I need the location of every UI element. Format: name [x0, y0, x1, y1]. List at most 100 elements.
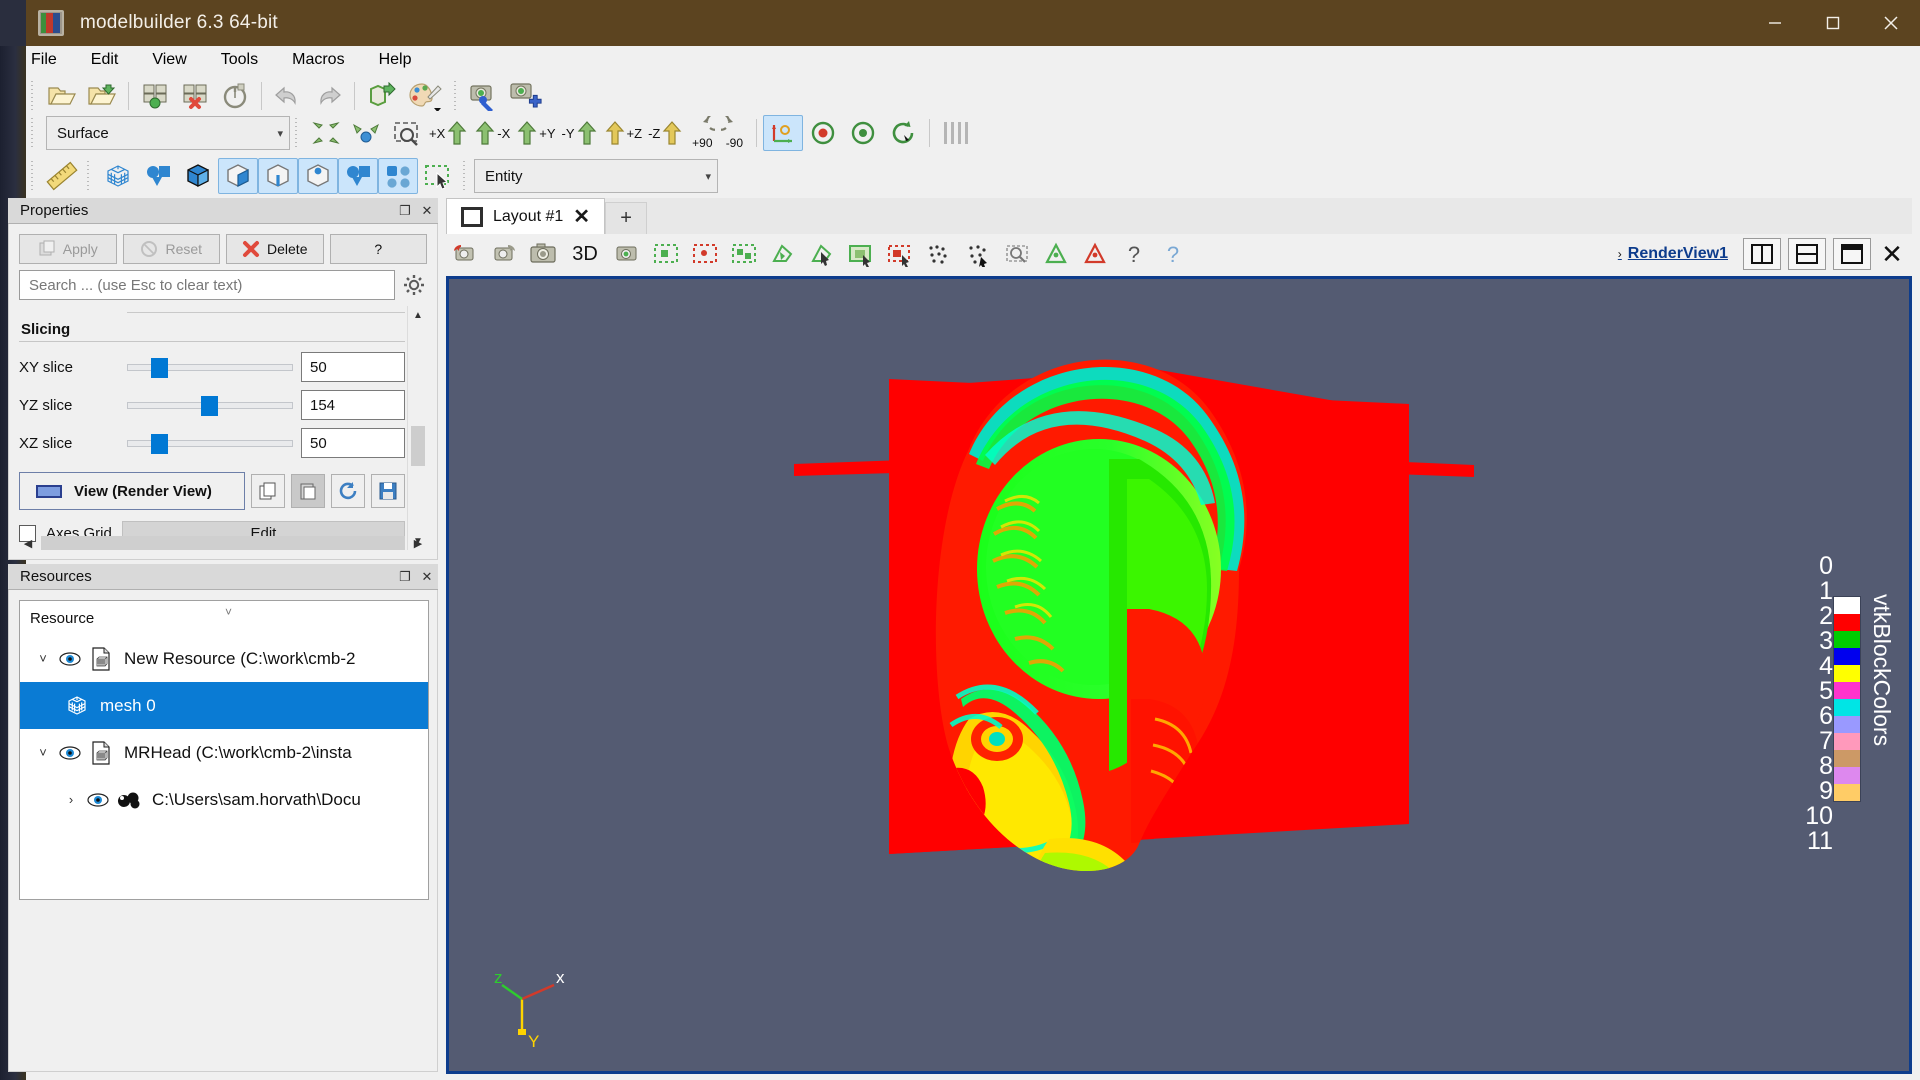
xy-slice-knob[interactable]	[151, 358, 168, 378]
xz-slice-value[interactable]: 50	[301, 428, 405, 458]
yz-slice-value[interactable]: 154	[301, 390, 405, 420]
capture-screenshot-button[interactable]	[524, 237, 562, 271]
resource-column-header[interactable]: Resource ˅	[20, 601, 428, 635]
hover-points-red-button[interactable]	[1076, 237, 1114, 271]
table-row[interactable]: › C:\Users\sam.horvath\Docu	[20, 776, 428, 823]
menu-tools[interactable]: Tools	[204, 49, 275, 71]
visibility-eye-icon-2[interactable]	[56, 746, 84, 760]
visibility-eye-icon-3[interactable]	[84, 793, 112, 807]
hscroll-right-arrow[interactable]: ▶	[409, 534, 427, 552]
view-plus-z-button[interactable]: +Z	[601, 115, 646, 151]
close-view-button[interactable]: ✕	[1872, 238, 1912, 270]
select-groups-button[interactable]	[378, 158, 418, 194]
undo-camera-button[interactable]	[446, 237, 484, 271]
maximize-button[interactable]	[1804, 0, 1862, 46]
show-center-axes-button[interactable]	[763, 115, 803, 151]
select-block-frustum-button[interactable]	[881, 237, 919, 271]
toolbar-grip-2[interactable]	[452, 81, 462, 111]
interactive-select-cells-button[interactable]	[920, 237, 958, 271]
restore-defaults-button[interactable]	[331, 474, 365, 508]
visibility-eye-icon[interactable]	[56, 652, 84, 666]
xz-slice-knob[interactable]	[151, 434, 168, 454]
view-minus-y-button[interactable]: -Y	[559, 115, 601, 151]
split-vertical-button[interactable]	[1788, 238, 1826, 270]
select-block-button[interactable]	[842, 237, 880, 271]
tab-layout-1[interactable]: Layout #1 ✕	[446, 198, 605, 234]
rotate-center-button[interactable]	[883, 115, 923, 151]
table-row[interactable]: mesh 0	[20, 682, 428, 729]
representation-selector[interactable]: Surface ▾	[46, 116, 290, 150]
select-blocks-button[interactable]	[178, 158, 218, 194]
select-cells-button[interactable]	[98, 158, 138, 194]
save-screenshot-button[interactable]	[465, 78, 505, 114]
select-points-polygon-button[interactable]	[803, 237, 841, 271]
export-scene-button[interactable]	[361, 78, 401, 114]
save-as-defaults-button[interactable]	[371, 474, 405, 508]
help-select-button[interactable]: ?	[1115, 237, 1153, 271]
properties-horizontal-scrollbar[interactable]: ◀ ▶	[19, 533, 427, 553]
rotate-plus-90-button[interactable]: +90	[686, 115, 718, 151]
render-view-title[interactable]: › RenderView1	[1618, 245, 1728, 263]
select-vertices-button[interactable]	[298, 158, 338, 194]
expand-twisty-icon[interactable]: ˅	[30, 651, 56, 666]
hscroll-left-arrow[interactable]: ◀	[19, 534, 37, 552]
scroll-up-arrow[interactable]: ▲	[408, 306, 428, 324]
reset-center-button[interactable]	[843, 115, 883, 151]
menu-edit[interactable]: Edit	[74, 49, 136, 71]
open-file-button[interactable]	[42, 78, 82, 114]
xz-slice-slider[interactable]	[127, 428, 293, 458]
copy-properties-button[interactable]	[251, 474, 285, 508]
properties-close-button[interactable]: ✕	[416, 200, 438, 222]
measure-ruler-button[interactable]	[42, 158, 82, 194]
rotate-minus-90-button[interactable]: -90	[718, 115, 750, 151]
hover-cells-button[interactable]	[998, 237, 1036, 271]
view-section-header[interactable]: View (Render View)	[19, 472, 245, 510]
select-points-on-button[interactable]	[686, 237, 724, 271]
resources-float-button[interactable]: ❐	[394, 566, 416, 588]
toolbar-grip-4[interactable]	[293, 118, 303, 148]
toolbar-grip-7[interactable]	[461, 161, 471, 191]
add-layout-tab-button[interactable]: +	[605, 202, 647, 234]
close-button[interactable]	[1862, 0, 1920, 46]
view-minus-z-button[interactable]: -Z	[645, 115, 686, 151]
render-view-canvas[interactable]: x z Y 0 1 2 3 4 5 6 7 8 9 10	[449, 279, 1909, 1071]
pick-center-button[interactable]	[803, 115, 843, 151]
view-minus-x-button[interactable]: -X	[471, 115, 513, 151]
load-model-button[interactable]	[135, 78, 175, 114]
reset-camera-button[interactable]	[306, 115, 346, 151]
interactive-select-points-button[interactable]	[959, 237, 997, 271]
help-button[interactable]: ?	[330, 234, 428, 264]
add-camera-button[interactable]	[505, 78, 545, 114]
hscroll-track[interactable]	[41, 536, 405, 550]
resource-tree[interactable]: Resource ˅ ˅ New Resource (C:\work\cmb-2…	[19, 600, 429, 900]
select-cells-polygon-button[interactable]	[764, 237, 802, 271]
close-model-button[interactable]	[175, 78, 215, 114]
toolbar-grip-5[interactable]	[29, 161, 39, 191]
color-palette-button[interactable]	[401, 78, 449, 114]
reset-button[interactable]: Reset	[123, 234, 221, 264]
help-select-2-button[interactable]: ?	[1154, 237, 1192, 271]
interactive-select-button[interactable]	[418, 158, 458, 194]
view-plus-y-button[interactable]: +Y	[513, 115, 558, 151]
toolbar-grip-3[interactable]	[29, 118, 39, 148]
toolbar-grip[interactable]	[29, 81, 39, 111]
entity-selector[interactable]: Entity ▾	[474, 159, 718, 193]
paste-properties-button[interactable]	[291, 474, 325, 508]
split-horizontal-button[interactable]	[1743, 238, 1781, 270]
properties-float-button[interactable]: ❐	[394, 200, 416, 222]
search-input[interactable]: Search ... (use Esc to clear text)	[19, 270, 395, 300]
select-volumes-button[interactable]	[338, 158, 378, 194]
toolbar-grip-6[interactable]	[85, 161, 95, 191]
xy-slice-value[interactable]: 50	[301, 352, 405, 382]
advanced-properties-button[interactable]	[401, 271, 427, 299]
table-row[interactable]: ˅ New Resource (C:\work\cmb-2	[20, 635, 428, 682]
zoom-to-data-button[interactable]	[346, 115, 386, 151]
table-row[interactable]: ˅ MRHead (C:\work\cmb-2\insta	[20, 729, 428, 776]
resources-close-button[interactable]: ✕	[416, 566, 438, 588]
zoom-to-box-button[interactable]	[386, 115, 426, 151]
open-recent-button[interactable]	[82, 78, 122, 114]
render-view[interactable]: x z Y 0 1 2 3 4 5 6 7 8 9 10	[446, 276, 1912, 1074]
yz-slice-slider[interactable]	[127, 390, 293, 420]
toolbar-overflow-handle[interactable]	[942, 120, 970, 146]
redo-camera-button[interactable]	[485, 237, 523, 271]
